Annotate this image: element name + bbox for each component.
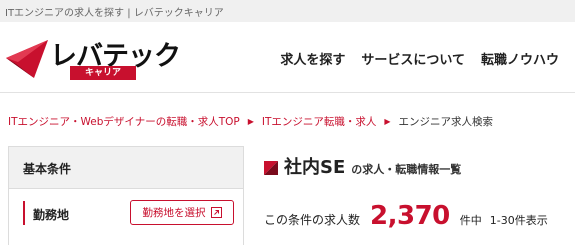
breadcrumb-item-it-engineer[interactable]: ITエンジニア転職・求人 [262, 114, 377, 129]
results-count: この条件の求人数 2,370 件中 1-30件表示 [264, 201, 548, 231]
results-title: 社内SE の求人・転職情報一覧 [264, 153, 461, 179]
select-location-button[interactable]: 勤務地を選択 [130, 200, 234, 225]
condition-row-location: 勤務地 勤務地を選択 [9, 189, 243, 239]
breadcrumb-item-top[interactable]: ITエンジニア・Webデザイナーの転職・求人TOP [8, 114, 240, 129]
results-title-keyword: 社内SE [284, 157, 346, 178]
condition-label: 勤務地 [33, 208, 70, 222]
nav-career-knowhow[interactable]: 転職ノウハウ [481, 49, 559, 68]
external-link-icon [210, 207, 222, 218]
condition-accent-bar [23, 201, 25, 225]
results-count-label: この条件の求人数 [264, 213, 361, 227]
site-logo[interactable]: レバテック キャリア [4, 38, 181, 84]
main-nav: 求人を探す サービスについて 転職ノウハウ [280, 49, 559, 68]
header-divider [0, 92, 575, 93]
breadcrumb: ITエンジニア・Webデザイナーの転職・求人TOP ▶ ITエンジニア転職・求人… [8, 114, 493, 129]
conditions-heading: 基本条件 [9, 147, 243, 189]
results-range: 1-30件表示 [489, 214, 548, 227]
results-title-suffix: の求人・転職情報一覧 [351, 163, 462, 176]
results-count-number: 2,370 [370, 201, 450, 231]
breadcrumb-separator-icon: ▶ [247, 117, 254, 126]
site-header: レバテック キャリア 求人を探す サービスについて 転職ノウハウ [0, 22, 575, 92]
search-conditions-panel: 基本条件 勤務地 勤務地を選択 [8, 146, 244, 245]
nav-about-service[interactable]: サービスについて [361, 49, 465, 68]
title-marker-icon [264, 161, 278, 175]
top-bar: ITエンジニアの求人を探す | レバテックキャリア [0, 0, 575, 22]
logo-mark-icon [6, 40, 48, 78]
nav-find-jobs[interactable]: 求人を探す [280, 49, 345, 68]
results-count-unit: 件中 [459, 214, 482, 227]
breadcrumb-item-current: エンジニア求人検索 [398, 116, 494, 128]
top-bar-text: ITエンジニアの求人を探す | レバテックキャリア [5, 8, 224, 19]
select-location-label: 勤務地を選択 [142, 207, 206, 219]
breadcrumb-separator-icon: ▶ [384, 117, 391, 126]
logo-subtext: キャリア [70, 66, 136, 80]
